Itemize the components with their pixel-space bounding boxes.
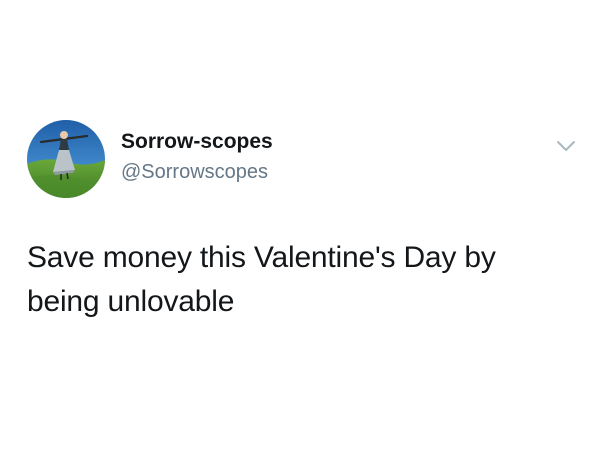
chevron-down-icon[interactable] — [555, 138, 577, 154]
user-handle[interactable]: @Sorrowscopes — [121, 161, 268, 184]
tweet-card: Sorrow-scopes @Sorrowscopes Save money t… — [0, 0, 600, 464]
avatar-image — [27, 120, 105, 198]
tweet-text: Save money this Valentine's Day by being… — [27, 241, 496, 318]
avatar[interactable] — [27, 120, 105, 198]
display-name[interactable]: Sorrow-scopes — [121, 130, 273, 154]
